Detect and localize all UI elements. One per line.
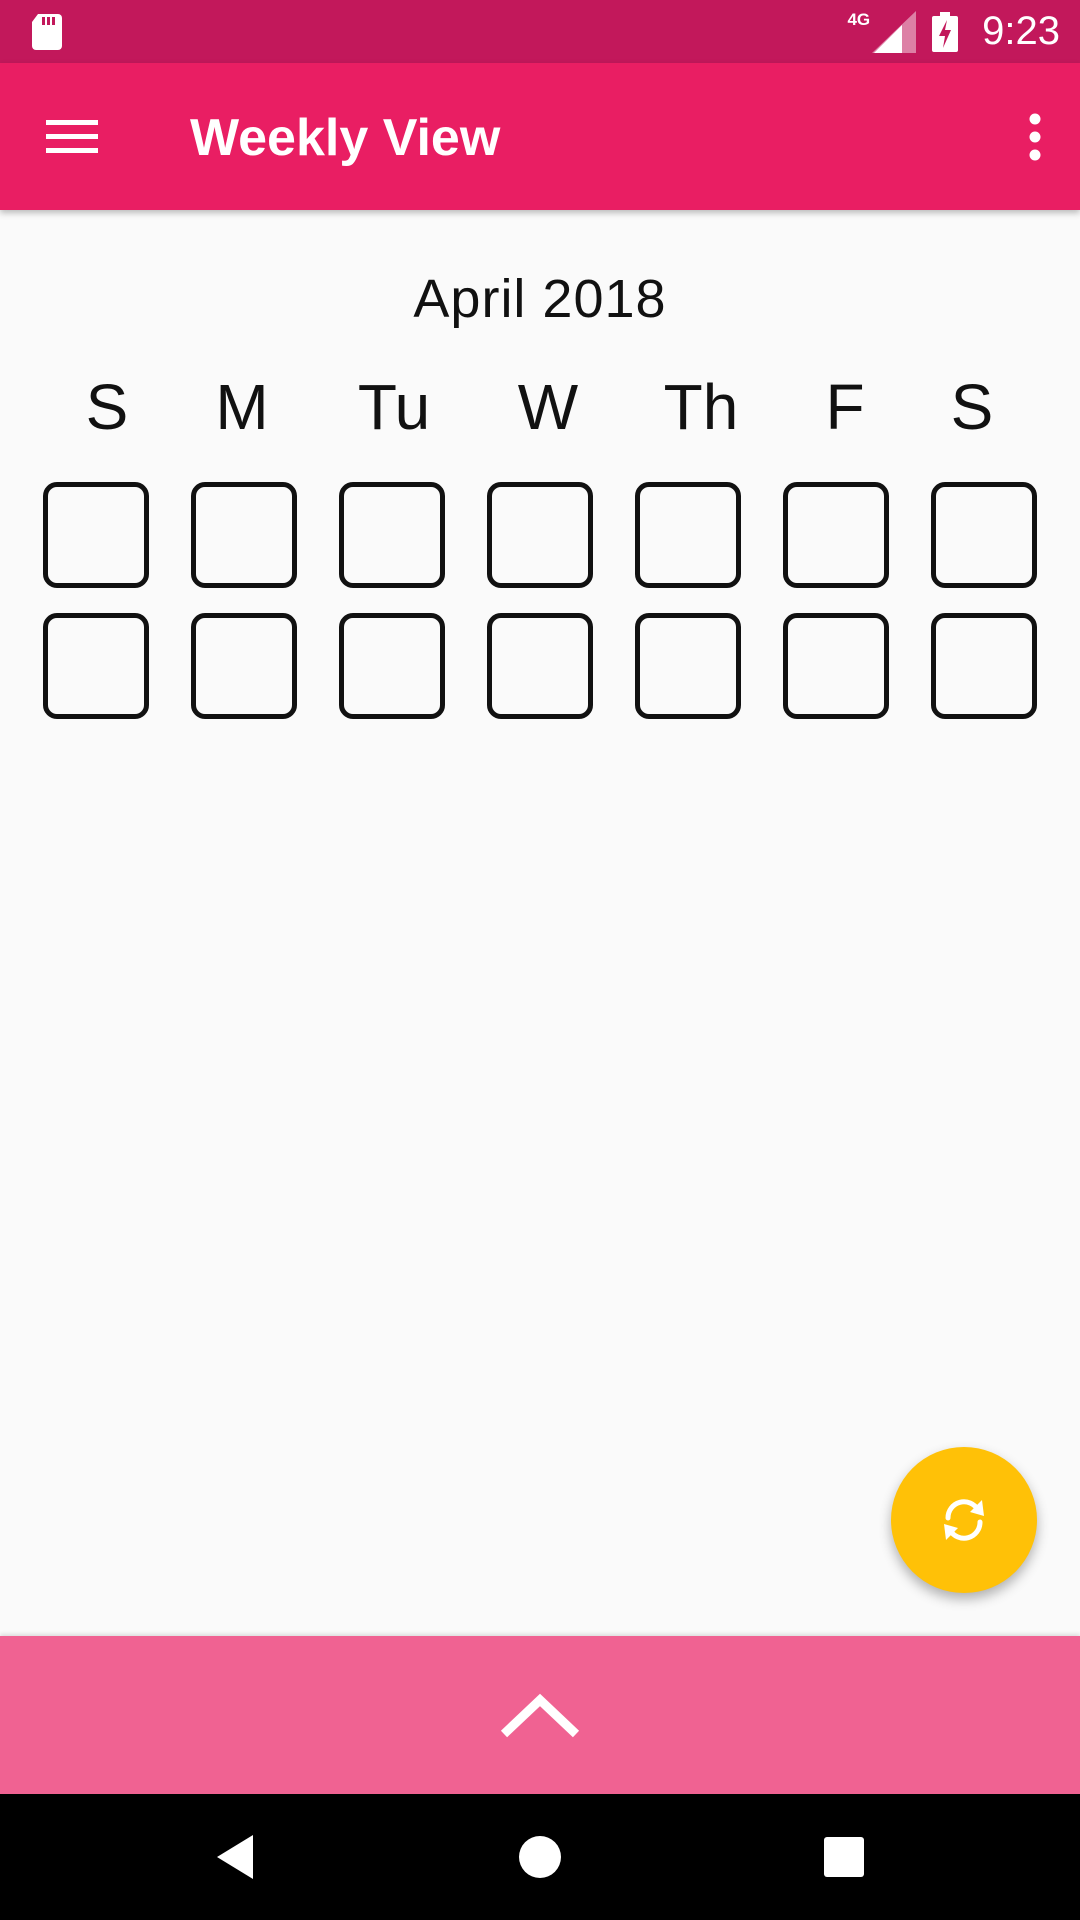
expand-sheet-button[interactable] xyxy=(490,1666,590,1766)
day-cell[interactable] xyxy=(635,613,741,719)
menu-button[interactable] xyxy=(30,103,114,171)
day-cell[interactable] xyxy=(783,613,889,719)
recents-icon xyxy=(824,1837,864,1877)
day-cell[interactable] xyxy=(931,613,1037,719)
nav-recents-button[interactable] xyxy=(804,1817,884,1897)
day-cell[interactable] xyxy=(339,482,445,588)
day-cell[interactable] xyxy=(191,613,297,719)
app-bar: Weekly View xyxy=(0,63,1080,210)
weekday-sunday: S xyxy=(85,371,129,443)
weekday-header: S M Tu W Th F S xyxy=(0,370,1080,460)
weekday-monday: M xyxy=(215,371,269,443)
sd-card-icon xyxy=(32,14,62,50)
day-cell[interactable] xyxy=(783,482,889,588)
nav-home-button[interactable] xyxy=(500,1817,580,1897)
network-type-label: 4G xyxy=(847,9,871,29)
day-cell[interactable] xyxy=(191,482,297,588)
app-title: Weekly View xyxy=(190,109,501,167)
day-cell[interactable] xyxy=(487,482,593,588)
more-vert-icon xyxy=(1029,113,1041,161)
nav-back-button[interactable] xyxy=(195,1817,275,1897)
status-clock: 9:23 xyxy=(982,9,1060,53)
weekday-thursday: Th xyxy=(663,371,739,443)
home-icon xyxy=(519,1836,561,1878)
day-cell[interactable] xyxy=(635,482,741,588)
day-cell[interactable] xyxy=(43,613,149,719)
refresh-fab[interactable] xyxy=(891,1447,1037,1593)
hamburger-menu-icon xyxy=(46,120,98,153)
overflow-menu-button[interactable] xyxy=(1000,103,1070,171)
status-bar: 4G 9:23 xyxy=(0,0,1080,63)
day-cell[interactable] xyxy=(339,613,445,719)
day-cell[interactable] xyxy=(931,482,1037,588)
day-cell[interactable] xyxy=(487,613,593,719)
weekday-saturday: S xyxy=(950,371,994,443)
refresh-icon xyxy=(944,1499,984,1541)
system-nav-bar xyxy=(0,1794,1080,1920)
day-cell[interactable] xyxy=(43,482,149,588)
chevron-up-icon xyxy=(500,1693,580,1738)
signal-icon xyxy=(872,10,917,53)
battery-charging-icon xyxy=(932,11,959,52)
weekday-wednesday: W xyxy=(517,371,579,443)
back-icon xyxy=(217,1835,253,1879)
month-title: April 2018 xyxy=(413,269,667,329)
weekday-friday: F xyxy=(825,371,865,443)
weekday-tuesday: Tu xyxy=(357,371,431,443)
bottom-sheet xyxy=(0,1636,1080,1794)
